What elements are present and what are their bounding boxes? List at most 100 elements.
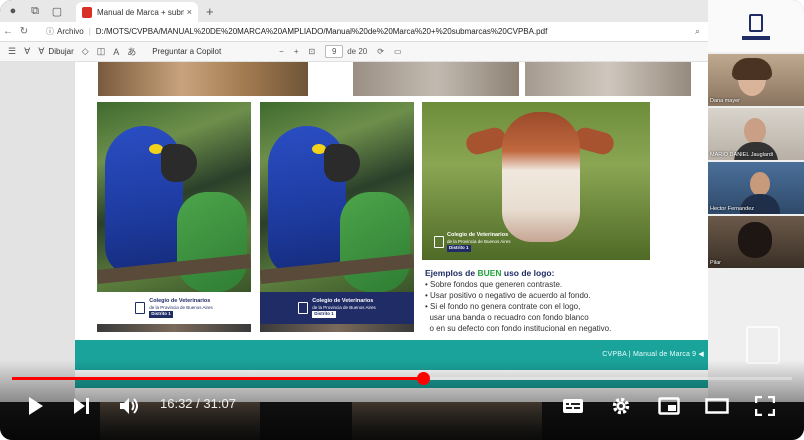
- rotate-icon[interactable]: ⟳: [377, 47, 384, 56]
- participant-tile[interactable]: MARIO DANIEL Jauglardi: [708, 108, 804, 160]
- photo-parrot-white-band: [97, 102, 251, 292]
- address-separator: |: [88, 27, 91, 36]
- subtitles-button[interactable]: [560, 392, 586, 420]
- participant-hair: [732, 58, 772, 80]
- video-frame[interactable]: ● ⧉ ▢ Manual de Marca + submarcas C × + …: [0, 0, 804, 440]
- browser-tab-bar: ● ⧉ ▢ Manual de Marca + submarcas C × +: [0, 0, 708, 22]
- pdf-viewer[interactable]: Colegio de Veterinarios de la Provincia …: [0, 62, 718, 440]
- example-line: • Si el fondo no genera contrate con el …: [425, 302, 581, 311]
- miniplayer-icon: [658, 397, 680, 415]
- play-button[interactable]: [24, 392, 48, 420]
- participant-tile-logo[interactable]: [708, 0, 804, 52]
- channel-watermark-icon[interactable]: [746, 326, 780, 364]
- logo-title: Colegio de Veterinarios: [447, 232, 509, 238]
- highlight-icon[interactable]: ∀: [24, 46, 30, 57]
- logo-text: Colegio de Veterinarios de la Provincia …: [312, 298, 376, 318]
- logo-band-white: Colegio de Veterinarios de la Provincia …: [97, 292, 251, 324]
- logo-district: Distrito 1: [312, 311, 336, 318]
- photo-strip-middle: [260, 324, 414, 332]
- zoom-in-button[interactable]: +: [294, 47, 299, 56]
- draw-button[interactable]: Dibujar: [48, 47, 73, 56]
- examples-title-pre: Ejemplos de: [425, 268, 478, 278]
- settings-button[interactable]: [608, 392, 634, 420]
- miniplayer-button[interactable]: [656, 392, 682, 420]
- read-aloud-icon[interactable]: A: [113, 47, 119, 57]
- cow-head: [502, 112, 580, 242]
- theater-mode-button[interactable]: [704, 392, 730, 420]
- pdf-file-icon: [82, 6, 92, 18]
- progress-scrubber[interactable]: [417, 372, 431, 385]
- participant-tile[interactable]: Dana mayer: [708, 54, 804, 106]
- play-icon: [29, 397, 43, 415]
- browser-tab[interactable]: Manual de Marca + submarcas C ×: [76, 2, 198, 22]
- participant-hair: [738, 222, 772, 258]
- time-current: 16:32: [160, 396, 193, 411]
- translate-icon[interactable]: あ: [127, 45, 136, 58]
- zoom-out-button[interactable]: −: [279, 47, 284, 56]
- tab-title: Manual de Marca + submarcas C: [97, 7, 184, 17]
- page-number-input[interactable]: 9: [325, 45, 344, 58]
- photo-strip-left: [97, 324, 251, 332]
- new-tab-button[interactable]: +: [206, 4, 214, 19]
- parrot-illustration: [177, 192, 247, 292]
- logo-text: Colegio de Veterinarios de la Provincia …: [149, 298, 213, 318]
- progress-played: [12, 377, 424, 380]
- player-controls: 16:32 / 31:07: [0, 386, 804, 426]
- fullscreen-button[interactable]: [752, 392, 778, 420]
- ask-copilot-button[interactable]: Preguntar a Copilot: [152, 47, 221, 56]
- example-line: • Sobre fondos que generen contraste.: [425, 280, 563, 289]
- profile-icon[interactable]: ●: [4, 2, 22, 20]
- tab-close-icon[interactable]: ×: [187, 7, 192, 17]
- cvpba-logo-icon: [135, 302, 146, 314]
- photo-animals-top-left: [98, 62, 308, 96]
- participant-name: MARIO DANIEL Jauglardi: [710, 152, 774, 158]
- collections-icon[interactable]: ⧉: [26, 2, 44, 20]
- page-view-icon[interactable]: ◫: [97, 46, 106, 57]
- reload-icon[interactable]: ↻: [16, 26, 32, 37]
- page-footer-text: CVPBA | Manual de Marca 9 ◀: [602, 351, 704, 358]
- logo-title: Colegio de Veterinarios: [312, 298, 374, 305]
- example-line: • Usar positivo o negativo de acuerdo al…: [425, 291, 591, 300]
- address-url[interactable]: D:/MOTS/CVPBA/MANUAL%20DE%20MARCA%20AMPL…: [96, 27, 556, 36]
- examples-title: Ejemplos de BUEN uso de logo:: [425, 268, 685, 279]
- draw-icon[interactable]: ∀: [38, 46, 44, 57]
- crest-caption-bar: [742, 36, 770, 40]
- page-total: de 20: [347, 47, 368, 56]
- fit-page-icon[interactable]: ⊡: [309, 47, 316, 56]
- participant-tile[interactable]: Pilar: [708, 216, 804, 268]
- logo-band-navy: Colegio de Veterinarios de la Provincia …: [260, 292, 414, 324]
- theater-icon: [705, 398, 729, 414]
- erase-icon[interactable]: ◇: [82, 46, 89, 57]
- parrot-illustration: [340, 192, 410, 292]
- participant-tile[interactable]: Hector Fernandez: [708, 162, 804, 214]
- macaw-beak: [324, 144, 360, 182]
- time-display: 16:32 / 31:07: [160, 396, 236, 411]
- logo-on-photo: Colegio de Veterinarios de la Provincia …: [434, 232, 511, 252]
- participant-name: Pilar: [710, 260, 722, 266]
- contents-icon[interactable]: ☰: [8, 46, 16, 57]
- progress-bar[interactable]: [12, 372, 792, 385]
- volume-button[interactable]: [116, 392, 144, 420]
- tab-actions-icon[interactable]: ▢: [48, 2, 66, 20]
- participant-video: [744, 118, 766, 144]
- site-info-icon[interactable]: ⓘ: [46, 26, 54, 37]
- photo-animals-top-right: [525, 62, 691, 96]
- two-page-icon[interactable]: ▭: [394, 47, 402, 56]
- volume-icon: [120, 398, 138, 414]
- gear-icon: [612, 397, 630, 415]
- zoom-icon[interactable]: ⌕: [695, 26, 700, 37]
- logo-usage-examples: Ejemplos de BUEN uso de logo: • Sobre fo…: [425, 268, 685, 334]
- back-icon[interactable]: ←: [0, 26, 16, 37]
- time-total: 31:07: [203, 396, 236, 411]
- pdf-toolbar: ☰ ∀ ∀ Dibujar ◇ ◫ A あ Preguntar a Copilo…: [0, 42, 708, 62]
- logo-text: Colegio de Veterinarios de la Provincia …: [447, 232, 511, 252]
- photo-animals-top-middle: [353, 62, 519, 96]
- participant-video: [750, 172, 770, 196]
- examples-title-post: uso de logo:: [501, 268, 555, 278]
- next-button[interactable]: [70, 392, 94, 420]
- logo-district: Distrito 1: [149, 311, 173, 318]
- cvpba-logo-icon: [298, 302, 309, 314]
- fullscreen-icon: [755, 396, 775, 416]
- examples-title-highlight: BUEN: [477, 268, 502, 278]
- photo-cow: Colegio de Veterinarios de la Provincia …: [422, 102, 650, 260]
